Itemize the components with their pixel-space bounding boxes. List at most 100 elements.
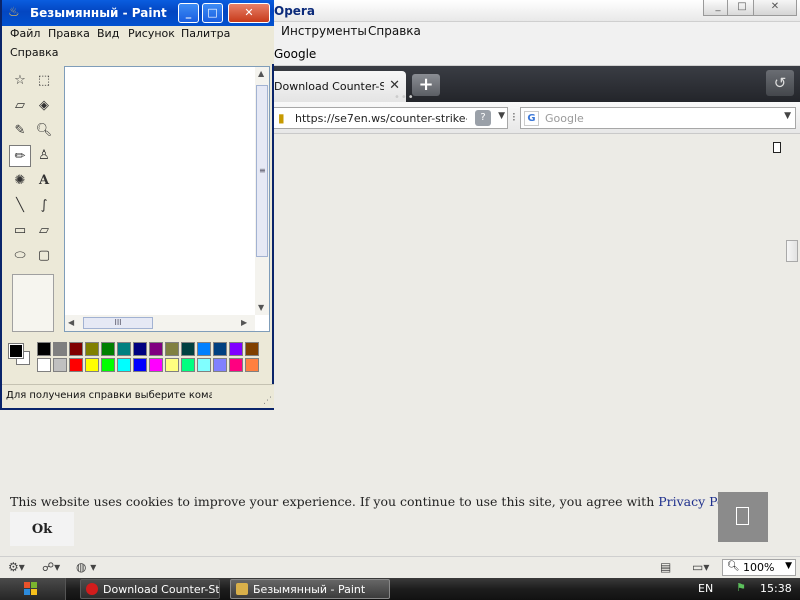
menu-image[interactable]: Рисунок xyxy=(128,27,175,40)
palette-swatch[interactable] xyxy=(117,358,131,372)
brush-icon[interactable]: ♙ xyxy=(33,145,55,167)
text-icon[interactable]: A xyxy=(33,170,55,192)
palette-swatch[interactable] xyxy=(181,342,195,356)
menu-edit[interactable]: Правка xyxy=(48,27,90,40)
zoom-control[interactable]: 🔍︎ 100% ▼ xyxy=(722,559,796,576)
palette-swatch[interactable] xyxy=(197,358,211,372)
magnifier-icon[interactable]: 🔍︎ xyxy=(33,120,55,142)
airbrush-icon[interactable]: ✺ xyxy=(9,170,31,192)
menu-tools[interactable]: Инструменты xyxy=(281,24,367,38)
palette-swatch[interactable] xyxy=(165,342,179,356)
palette-swatch[interactable] xyxy=(149,342,163,356)
page-scrollbar[interactable] xyxy=(784,134,800,558)
palette-swatch[interactable] xyxy=(245,358,259,372)
curve-icon[interactable]: ∫ xyxy=(33,195,55,217)
google-icon[interactable]: G xyxy=(524,111,539,126)
palette-swatch[interactable] xyxy=(69,342,83,356)
palette-swatch[interactable] xyxy=(69,358,83,372)
closed-tabs-icon[interactable]: ↺ xyxy=(766,70,794,96)
toolbar-grip-icon: ⁝ xyxy=(512,110,516,124)
paint-app-icon: ♨ xyxy=(8,5,20,20)
start-button[interactable] xyxy=(0,578,66,600)
menu-view[interactable]: Вид xyxy=(97,27,119,40)
scroll-down-icon[interactable]: ▼ xyxy=(258,303,264,312)
rounded-rect-icon[interactable]: ▢ xyxy=(33,245,55,267)
palette-swatch[interactable] xyxy=(229,358,243,372)
chat-widget-button[interactable] xyxy=(718,492,768,542)
taskbar-paint-label: Безымянный - Paint xyxy=(253,583,366,596)
tab-download-counter-strike[interactable]: Download Counter-Strik... ✕ xyxy=(268,71,406,102)
free-select-icon[interactable]: ☆ xyxy=(9,70,31,92)
fill-icon[interactable]: ◈ xyxy=(33,95,55,117)
url-dropdown-icon[interactable]: ▼ xyxy=(498,111,505,121)
palette-swatch[interactable] xyxy=(133,342,147,356)
canvas-horizontal-scrollbar[interactable]: ◀ III ▶ xyxy=(65,315,255,331)
eraser-icon[interactable]: ▱ xyxy=(9,95,31,117)
paint-close-button[interactable]: ✕ xyxy=(228,3,270,23)
panels-icon[interactable]: ▤ xyxy=(660,560,671,574)
sync-icon[interactable]: ☍▾ xyxy=(42,560,60,574)
taskbar-opera-button[interactable]: Download Counter-St... xyxy=(80,579,220,599)
ellipse-icon[interactable]: ⬭ xyxy=(9,245,31,267)
url-info-icon[interactable]: ? xyxy=(475,110,491,126)
taskbar-paint-button[interactable]: Безымянный - Paint xyxy=(230,579,390,599)
view-icon[interactable]: ▭▾ xyxy=(692,560,709,574)
palette-swatch[interactable] xyxy=(85,358,99,372)
tool-options-box[interactable] xyxy=(12,274,54,332)
search-field[interactable]: G Google ▼ xyxy=(520,107,796,129)
current-colors[interactable] xyxy=(6,340,34,374)
menu-help[interactable]: Справка xyxy=(10,46,58,59)
palette-swatch[interactable] xyxy=(85,342,99,356)
clock[interactable]: 15:38 xyxy=(760,582,792,595)
scrollbar-thumb[interactable] xyxy=(786,240,798,262)
palette-swatch[interactable] xyxy=(117,342,131,356)
menu-palette[interactable]: Палитра xyxy=(181,27,230,40)
polygon-icon[interactable]: ▱ xyxy=(33,220,55,242)
palette-swatch[interactable] xyxy=(101,342,115,356)
palette-swatch[interactable] xyxy=(101,358,115,372)
pencil-icon[interactable]: ✏︎ xyxy=(9,145,31,167)
close-button[interactable]: ✕ xyxy=(753,0,797,16)
horizontal-scroll-thumb[interactable]: III xyxy=(83,317,153,329)
line-icon[interactable]: ╲ xyxy=(9,195,31,217)
language-indicator[interactable]: EN xyxy=(698,582,713,595)
palette-swatch[interactable] xyxy=(37,342,51,356)
rect-select-icon[interactable]: ⬚ xyxy=(33,70,55,92)
palette-swatch[interactable] xyxy=(213,342,227,356)
drawing-canvas[interactable] xyxy=(67,69,253,313)
palette-swatch[interactable] xyxy=(53,342,67,356)
scroll-right-icon[interactable]: ▶ xyxy=(241,318,247,327)
cookie-ok-button[interactable]: Ok xyxy=(10,512,74,546)
palette-swatch[interactable] xyxy=(37,358,51,372)
tools-icon[interactable]: ⚙▾ xyxy=(8,560,25,574)
palette-swatch[interactable] xyxy=(229,342,243,356)
paint-minimize-button[interactable]: _ xyxy=(178,3,199,23)
bookmark-google[interactable]: Google xyxy=(274,47,316,61)
palette-swatch[interactable] xyxy=(149,358,163,372)
thumb-grip-icon: ≡ xyxy=(259,166,266,175)
vertical-scroll-thumb[interactable]: ≡ xyxy=(256,85,268,257)
palette-swatch[interactable] xyxy=(197,342,211,356)
paint-maximize-button[interactable]: □ xyxy=(202,3,223,23)
rectangle-icon[interactable]: ▭ xyxy=(9,220,31,242)
palette-swatch[interactable] xyxy=(133,358,147,372)
tab-close-icon[interactable]: ✕ xyxy=(389,78,400,93)
network-icon[interactable]: ⚑ xyxy=(736,581,746,594)
canvas-vertical-scrollbar[interactable]: ▲ ≡ ▼ xyxy=(255,67,269,315)
new-tab-button[interactable]: + xyxy=(412,74,440,96)
taskbar: Download Counter-St... Безымянный - Pain… xyxy=(0,578,800,600)
menu-help[interactable]: Справка xyxy=(368,24,421,38)
scroll-up-icon[interactable]: ▲ xyxy=(258,69,264,78)
palette-swatch[interactable] xyxy=(245,342,259,356)
palette-swatch[interactable] xyxy=(181,358,195,372)
palette-swatch[interactable] xyxy=(53,358,67,372)
palette-swatch[interactable] xyxy=(165,358,179,372)
search-dropdown-icon[interactable]: ▼ xyxy=(784,111,791,121)
scroll-left-icon[interactable]: ◀ xyxy=(68,318,74,327)
resize-grip-icon[interactable]: ⋰ xyxy=(263,396,272,406)
turbo-icon[interactable]: ◍ ▾ xyxy=(76,560,96,574)
address-field[interactable]: ▮ https://se7en.ws/counter-strike-1-6 ? … xyxy=(272,107,508,129)
color-picker-icon[interactable]: ✎ xyxy=(9,120,31,142)
palette-swatch[interactable] xyxy=(213,358,227,372)
menu-file[interactable]: Файл xyxy=(10,27,40,40)
